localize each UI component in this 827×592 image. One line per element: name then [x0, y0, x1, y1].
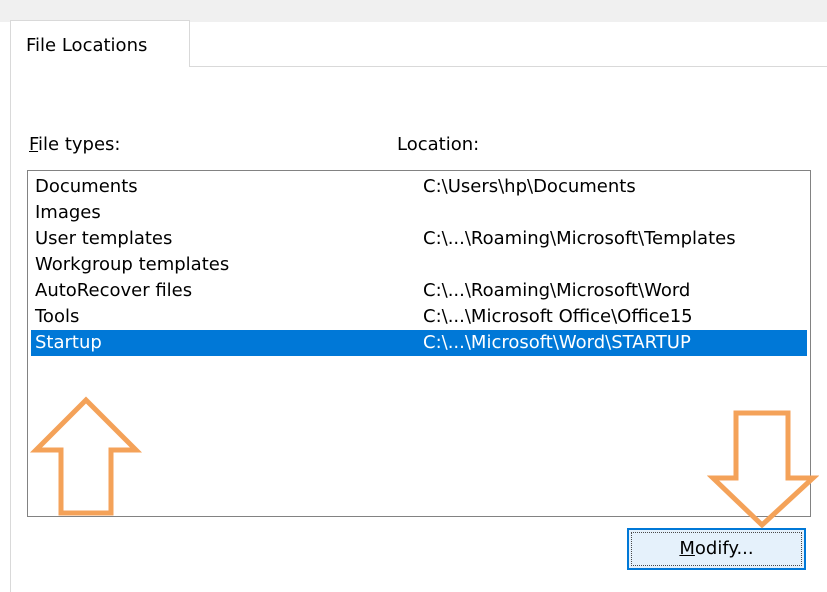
location-cell: C:\...\Roaming\Microsoft\Word — [423, 280, 691, 301]
up-arrow-icon — [29, 396, 143, 516]
list-item[interactable]: Documents C:\Users\hp\Documents — [31, 174, 807, 200]
tab-panel-border-left — [10, 66, 11, 592]
file-type-cell: User templates — [35, 228, 173, 249]
file-type-cell: Images — [35, 202, 101, 223]
file-type-cell: Startup — [35, 332, 102, 353]
tab-panel-border-top — [190, 66, 827, 67]
dialog-top-strip — [0, 0, 827, 22]
location-cell: C:\...\Microsoft\Word\STARTUP — [423, 332, 691, 353]
tab-file-locations[interactable]: File Locations — [10, 20, 190, 67]
location-cell: C:\Users\hp\Documents — [423, 176, 636, 197]
modify-button[interactable]: Modify... — [627, 528, 806, 570]
file-type-cell: AutoRecover files — [35, 280, 193, 301]
file-types-header-rest: ile types: — [38, 134, 121, 155]
tab-file-locations-label: File Locations — [26, 35, 148, 56]
location-cell: C:\...\Roaming\Microsoft\Templates — [423, 228, 736, 249]
list-item[interactable]: Workgroup templates — [31, 252, 807, 278]
list-item[interactable]: AutoRecover files C:\...\Roaming\Microso… — [31, 278, 807, 304]
list-item[interactable]: Tools C:\...\Microsoft Office\Office15 — [31, 304, 807, 330]
location-header: Location: — [397, 134, 480, 155]
file-types-accesskey: F — [29, 134, 39, 155]
file-type-cell: Documents — [35, 176, 138, 197]
down-arrow-icon — [707, 410, 819, 529]
list-item[interactable]: Images — [31, 200, 807, 226]
file-type-cell: Workgroup templates — [35, 254, 230, 275]
file-type-cell: Tools — [35, 306, 80, 327]
location-cell: C:\...\Microsoft Office\Office15 — [423, 306, 693, 327]
list-item[interactable]: User templates C:\...\Roaming\Microsoft\… — [31, 226, 807, 252]
modify-accesskey: M — [679, 538, 695, 559]
file-types-header: File types: — [29, 134, 121, 155]
modify-button-label: Modify... — [629, 538, 804, 559]
modify-label-rest: odify... — [694, 538, 754, 559]
list-item-selected[interactable]: Startup C:\...\Microsoft\Word\STARTUP — [31, 330, 807, 356]
